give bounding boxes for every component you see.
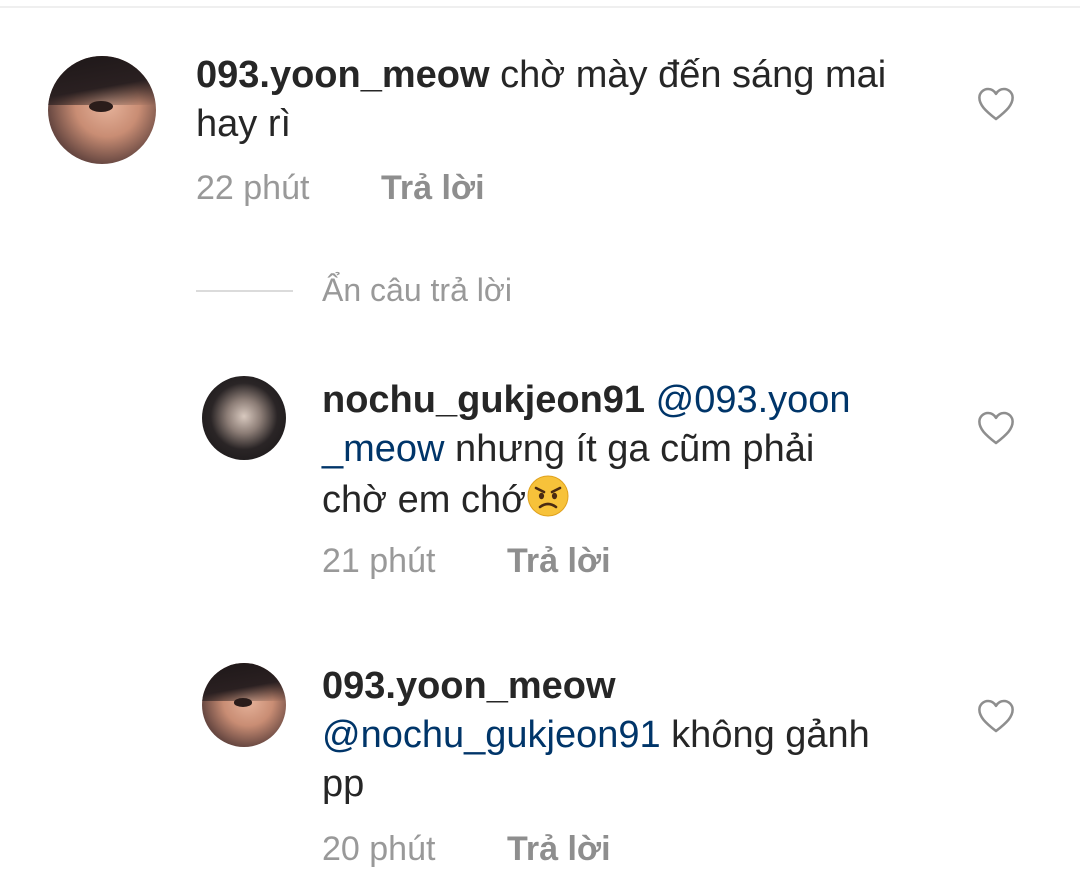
comment-username[interactable]: 093.yoon_meow <box>322 665 616 707</box>
reply-text: 093.yoon_meow @nochu_gukjeon91 không gản… <box>322 662 942 809</box>
heart-icon[interactable] <box>977 86 1015 122</box>
top-divider <box>0 6 1080 8</box>
avatar[interactable] <box>202 663 286 747</box>
mention-link[interactable]: _meow <box>322 428 445 470</box>
heart-icon[interactable] <box>977 410 1015 446</box>
comment-body-line3: chờ em chớ <box>322 479 527 521</box>
mention-link[interactable]: @nochu_gukjeon91 <box>322 714 661 756</box>
mention-link[interactable]: @093.yoon <box>656 379 851 421</box>
comment-time: 20 phút <box>322 830 436 868</box>
comment-body: chờ mày đến sáng mai <box>489 54 887 96</box>
hide-replies-line <box>196 290 293 292</box>
comment-body: nhưng ít ga cũm phải <box>444 428 815 470</box>
comment-body-line3: pp <box>322 763 365 805</box>
avatar[interactable] <box>48 56 156 164</box>
reply-text: nochu_gukjeon91 @093.yoon _meow nhưng ít… <box>322 376 922 525</box>
hide-replies-button[interactable]: Ẩn câu trả lời <box>322 272 512 309</box>
comment-username[interactable]: nochu_gukjeon91 <box>322 379 645 421</box>
comment-body: không gảnh <box>660 714 870 756</box>
comment-body-line2: hay rì <box>196 103 292 145</box>
comment-meta: 21 phút Trả lời <box>322 542 722 582</box>
reply-button[interactable]: Trả lời <box>507 542 611 581</box>
reply-button[interactable]: Trả lời <box>507 830 611 869</box>
avatar[interactable] <box>202 376 286 460</box>
heart-icon[interactable] <box>977 698 1015 734</box>
comment-text: 093.yoon_meow chờ mày đến sáng mai hay r… <box>196 51 956 149</box>
comment-time: 22 phút <box>196 169 310 207</box>
angry-face-emoji-icon <box>527 475 569 517</box>
comment-meta: 20 phút Trả lời <box>322 830 722 870</box>
comment-meta: 22 phút Trả lời <box>196 169 596 209</box>
reply-button[interactable]: Trả lời <box>381 169 485 208</box>
comment-time: 21 phút <box>322 542 436 580</box>
comment-username[interactable]: 093.yoon_meow <box>196 54 490 96</box>
